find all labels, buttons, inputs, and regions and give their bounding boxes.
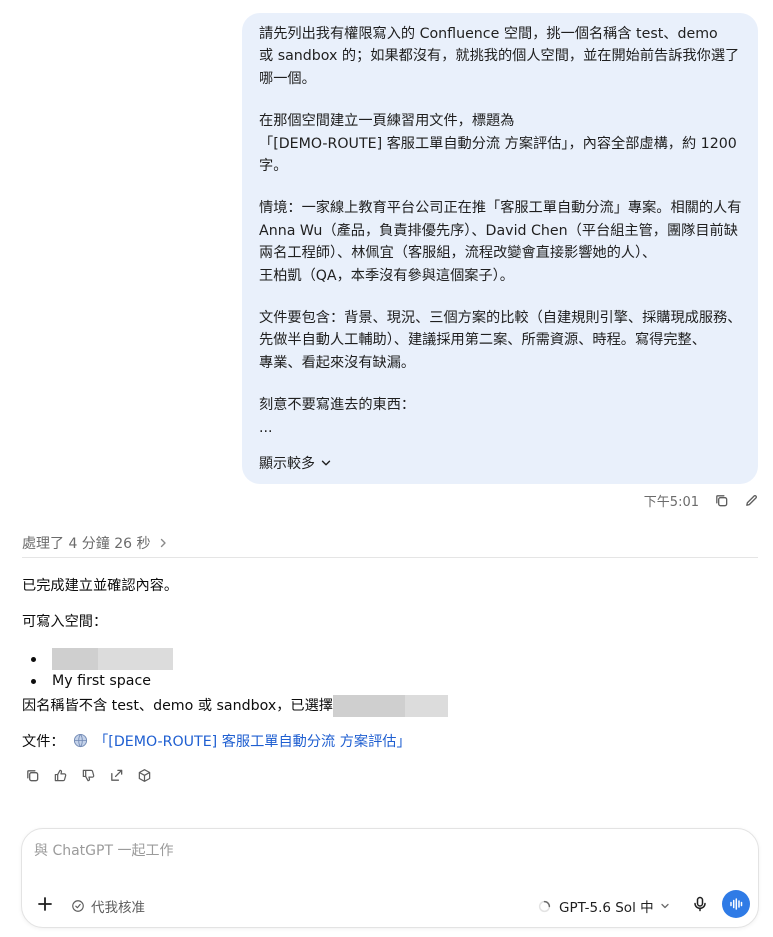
message-meta: 下午5:01 [644,491,759,510]
auto-approve-label: 代我核准 [91,900,145,916]
user-line: 哪一個。 [259,70,316,87]
good-response-button[interactable] [52,767,68,783]
check-shield-icon [72,900,84,912]
user-line: 「[DEMO-ROUTE] 客服工單自動分流 方案評估」，內容全部虛構，約 12… [259,135,737,152]
assistant-line: 可寫入空間： [22,614,108,630]
redacted-selected-space [333,695,448,717]
show-more-label: 顯示較多 [259,456,315,472]
user-line: 字。 [259,158,288,175]
edit-message-button[interactable] [743,493,759,509]
divider [22,557,758,558]
user-paragraph: 在那個空間建立一頁練習用文件，標題為 「[DEMO-ROUTE] 客服工單自動分… [259,110,742,177]
share-icon [110,769,122,781]
chevron-down-icon [660,903,669,909]
chat-input[interactable] [34,843,734,859]
space-list: My first space [22,647,758,693]
plus-icon[interactable] [36,895,54,913]
mic-icon[interactable] [692,896,708,912]
response-actions [24,767,152,783]
edit-icon [745,494,757,506]
assistant-line: 因名稱皆不含 test、demo 或 sandbox，已選擇 [22,695,758,717]
user-line: 專業、看起來沒有缺漏。 [259,354,416,371]
user-message-text: 請先列出我有權限寫入的 Confluence 空間，挑一個名稱含 test、de… [259,23,742,439]
redacted-space-name [52,648,173,670]
user-line: 先做半自動人工輔助）、建議採用第二案、所需資源、時程。寫得完整、 [259,332,706,349]
globe-icon [74,733,88,748]
assistant-message: 已完成建立並確認內容。 可寫入空間： My first space 因名稱皆不含… [22,575,758,753]
user-paragraph: 文件要包含：背景、現況、三個方案的比較（自建規則引擎、採購現成服務、 先做半自動… [259,307,742,374]
selection-text: 因名稱皆不含 test、demo 或 sandbox，已選擇 [22,698,333,714]
assistant-line: 已完成建立並確認內容。 [22,578,179,594]
user-line: 請先列出我有權限寫入的 Confluence 空間，挑一個名稱含 test、de… [259,26,718,42]
model-selector[interactable]: GPT-5.6 Sol 中 [559,896,670,916]
thumbs-up-icon [54,769,66,781]
bullet-dot [31,656,36,662]
composer: 代我核准 GPT-5.6 Sol 中 [21,828,759,928]
copy-response-button[interactable] [24,767,40,783]
spinner-icon [538,900,551,912]
regenerate-button[interactable] [136,767,152,783]
user-line: 兩名工程師）、林佩宜（客服組，流程改變會直接影響她的人）、 [259,245,657,262]
user-line: 或 sandbox 的；如果都沒有，就挑我的個人空間，並在開始前告訴我你選了 [259,48,740,65]
document-link[interactable]: 「[DEMO-ROUTE] 客服工單自動分流 方案評估」 [94,734,411,750]
chevron-right-icon [160,538,166,548]
chevron-down-icon [321,460,331,466]
bullet-dot [31,678,36,684]
model-label: GPT-5.6 Sol 中 [559,900,654,916]
user-line: 刻意不要寫進去的東西： [259,397,416,414]
message-timestamp: 下午5:01 [643,495,699,510]
space-name: My first space [52,673,152,689]
voice-icon [730,898,743,910]
user-paragraph: 刻意不要寫進去的東西： ... [259,394,742,439]
bad-response-button[interactable] [80,767,96,783]
copy-icon [715,495,727,507]
list-item: My first space [22,669,758,693]
copy-message-button[interactable] [713,493,729,509]
user-message-bubble: 請先列出我有權限寫入的 Confluence 空間，挑一個名稱含 test、de… [242,13,758,484]
user-line: 情境：一家線上教育平台公司正在推「客服工單自動分流」專案。相關的人有 [259,200,742,217]
copy-icon [26,769,38,781]
user-line: 在那個空間建立一頁練習用文件，標題為 [259,113,515,130]
user-line: ... [259,419,273,436]
user-line: 王柏凱（QA，本季沒有參與這個案子）。 [259,267,514,284]
share-button[interactable] [108,767,124,783]
show-more-button[interactable]: 顯示較多 [259,453,333,473]
user-paragraph: 請先列出我有權限寫入的 Confluence 空間，挑一個名稱含 test、de… [259,23,742,90]
thinking-summary-toggle[interactable]: 處理了 4 分鐘 26 秒 [22,533,169,553]
model-area: GPT-5.6 Sol 中 [538,896,670,916]
voice-mode-button[interactable] [722,890,750,918]
user-paragraph: 情境：一家線上教育平台公司正在推「客服工單自動分流」專案。相關的人有 Anna … [259,197,742,287]
cube-icon [138,768,150,782]
user-line: 文件要包含：背景、現況、三個方案的比較（自建規則引擎、採購現成服務、 [259,310,742,327]
auto-approve-button[interactable]: 代我核准 [71,896,145,916]
list-item [22,647,758,671]
document-line: 文件： 「[DEMO-ROUTE] 客服工單自動分流 方案評估」 [22,731,758,753]
thinking-label: 處理了 4 分鐘 26 秒 [22,536,151,552]
thumbs-down-icon [82,769,94,781]
user-line: Anna Wu（產品，負責排優先序）、David Chen（平台組主管，團隊目前… [259,222,738,239]
document-label: 文件： [22,734,65,750]
